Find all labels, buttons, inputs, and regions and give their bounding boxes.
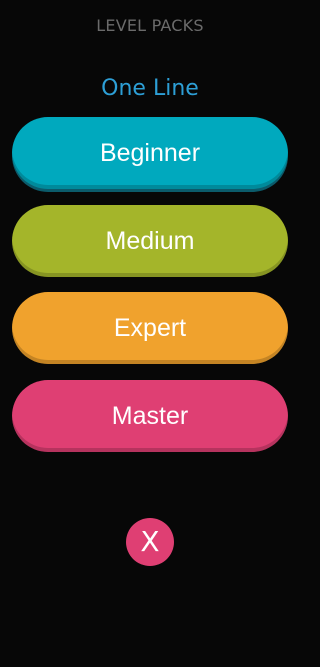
beginner-label: Beginner xyxy=(99,138,201,167)
expert-button[interactable]: Expert xyxy=(12,292,288,364)
expert-label: Expert xyxy=(113,313,187,342)
close-icon: X xyxy=(140,525,160,558)
beginner-button[interactable]: Beginner xyxy=(12,117,288,189)
master-button[interactable]: Master xyxy=(12,380,288,452)
medium-label: Medium xyxy=(105,226,195,255)
close-button[interactable]: X xyxy=(126,518,174,566)
level-pack-list: Beginner Medium Expert Master xyxy=(0,0,300,667)
master-label: Master xyxy=(111,401,189,430)
medium-button[interactable]: Medium xyxy=(12,205,288,277)
